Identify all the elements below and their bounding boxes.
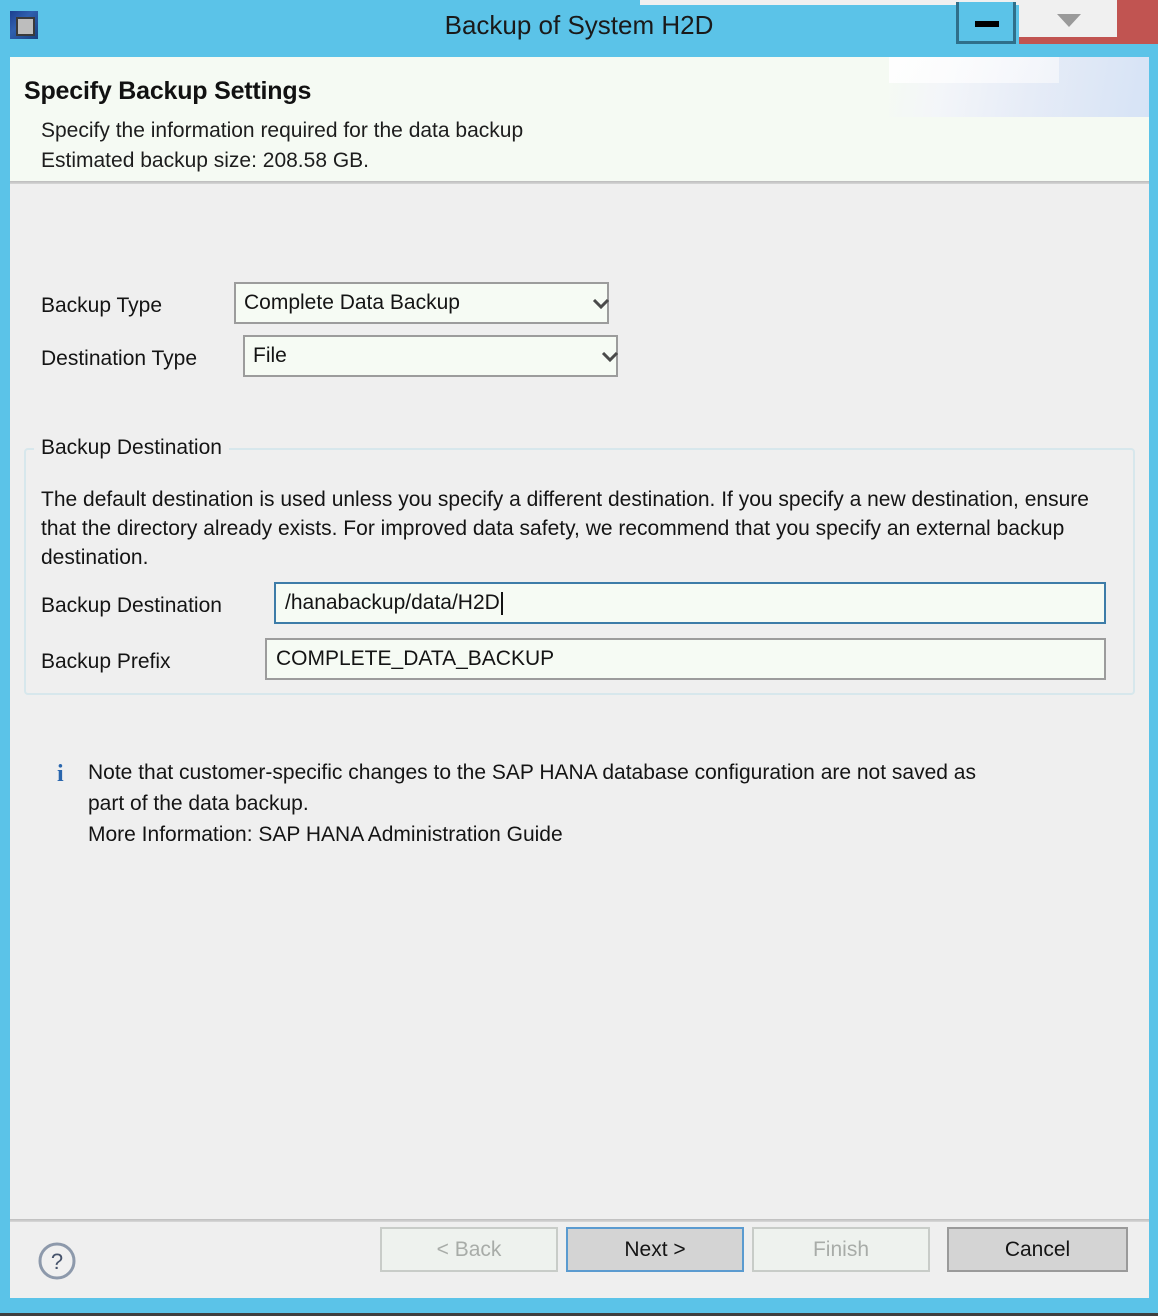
dialog-client-area: Specify Backup Settings Specify the info… [10,57,1149,1298]
backup-destination-input[interactable]: /hanabackup/data/H2D [274,582,1106,624]
backup-destination-group-legend: Backup Destination [34,436,229,460]
backup-destination-value: /hanabackup/data/H2D [285,591,500,614]
next-button[interactable]: Next > [566,1227,744,1272]
maximize-button[interactable] [1019,0,1117,40]
finish-button[interactable]: Finish [752,1227,930,1272]
chevron-down-icon [1057,14,1081,27]
page-subtitle-line-2: Estimated backup size: 208.58 GB. [41,149,370,172]
backup-prefix-input[interactable]: COMPLETE_DATA_BACKUP [265,638,1106,680]
backup-destination-description: The default destination is used unless y… [41,488,1089,569]
wizard-header: Specify Backup Settings Specify the info… [10,57,1149,181]
help-icon[interactable]: ? [37,1241,77,1281]
destination-type-combobox[interactable]: File [243,335,619,377]
info-note-line-1: Note that customer-specific changes to t… [88,761,976,784]
backup-prefix-label: Backup Prefix [41,650,171,673]
header-watermark [889,57,1149,117]
page-subtitle-line-1: Specify the information required for the… [41,119,524,142]
back-button[interactable]: < Back [380,1227,558,1272]
dialog-window: Backup of System H2D Specify Backup Sett… [0,0,1158,1316]
info-note-line-2: part of the data backup. [88,792,309,815]
title-bar[interactable]: Backup of System H2D [0,0,1158,57]
destination-type-value: File [253,344,287,367]
close-button[interactable] [1117,0,1158,43]
minimize-icon [975,21,999,27]
info-note: Note that customer-specific changes to t… [88,757,1118,850]
backup-type-combobox[interactable]: Complete Data Backup [234,282,610,324]
cancel-button[interactable]: Cancel [947,1227,1128,1272]
backup-type-label: Backup Type [41,294,163,317]
text-cursor [500,591,503,615]
app-window-screenshot: Backup of System H2D Specify Backup Sett… [0,0,1158,1316]
info-note-line-3: More Information: SAP HANA Administratio… [88,823,563,846]
minimize-button[interactable] [956,2,1016,44]
page-title: Specify Backup Settings [24,77,312,105]
backup-type-value: Complete Data Backup [244,291,460,314]
wizard-body: Backup Type Complete Data Backup Destina… [10,184,1149,1219]
backup-destination-label: Backup Destination [41,594,222,617]
svg-text:?: ? [51,1249,63,1274]
info-icon: i [57,761,64,787]
destination-type-label: Destination Type [41,347,198,370]
backup-prefix-value: COMPLETE_DATA_BACKUP [276,647,555,670]
